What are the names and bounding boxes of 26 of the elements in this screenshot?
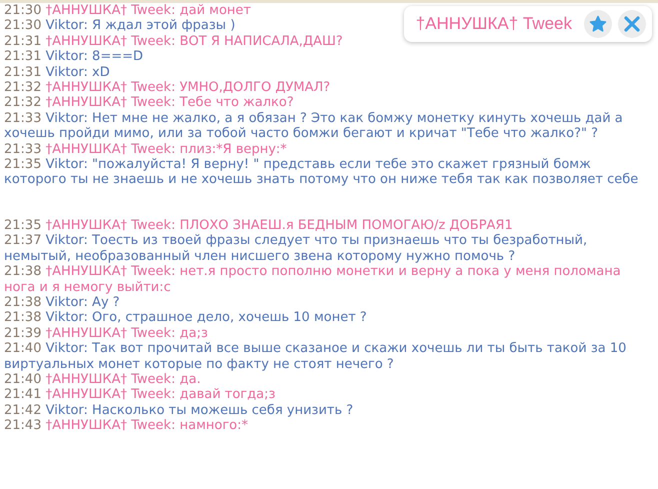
chat-message: 21:32 †АННУШКА† Tweek: УМНО,ДОЛГО ДУМАЛ? — [4, 80, 330, 96]
chat-message: 21:31 Viktor: 8===D — [4, 49, 144, 64]
chat-message: 21:40 Viktor: Так вот прочитай все выше сказаное и скажи хочешь ли ты быть такой за 10 виртуальных монет которые по факту не стоят нечего ? — [4, 341, 626, 372]
chat-message: 21:41 †АННУШКА† Tweek: давай тогда;з — [4, 387, 276, 402]
chat-message: 21:38 †АННУШКА† Tweek: нет.я просто пополню монетки и верну а пока у меня поломана нога и я немогу выйти:с — [4, 264, 621, 294]
chat-message: 21:40 †АННУШКА† Tweek: да. — [4, 372, 201, 387]
chat-message: 21:31 †АННУШКА† Tweek: ВОТ Я НАПИСАЛА,ДАШ? — [4, 34, 343, 49]
close-icon — [624, 16, 640, 32]
chat-message: 21:35 Viktor: "пожалуйста! Я верну! " представь если тебе это скажет грязный бомж которого ты не знаешь и не хочешь знать потому что он ниже тебя так как позволяет себе — [4, 157, 638, 188]
chat-message: 21:39 †АННУШКА† Tweek: да;з — [4, 326, 208, 341]
favorite-button[interactable] — [584, 10, 612, 38]
chat-message: 21:33 †АННУШКА† Tweek: плиз:*Я верну:* — [4, 142, 287, 157]
close-button[interactable] — [618, 10, 646, 38]
chat-message: 21:43 †АННУШКА† Tweek: намного:* — [4, 418, 248, 434]
chat-message: 21:30 Viktor: Я ждал этой фразы ) — [4, 18, 236, 34]
chat-message: 21:38 Viktor: Ау ? — [4, 294, 120, 310]
chat-message: 21:32 †АННУШКА† Tweek: Тебе что жалко? — [4, 95, 294, 110]
chat-message: 21:30 †АННУШКА† Tweek: дай монет — [4, 3, 251, 18]
chat-message: 21:42 Viktor: Насколько ты можешь себя унизить ? — [4, 402, 354, 418]
chat-message: 21:33 Viktor: Нет мне не жалко, а я обязан ? Это как бомжу монетку кинуть хочешь дай а хочешь пройди мимо, или за тобой часто бомжи бегают и кричат "Тебе что жалко?" ? — [4, 110, 623, 142]
chat-message: 21:37 Viktor: Тоесть из твоей фразы следует что ты признаешь что ты безработный, немытый, необразованный член нисшего звена которому нужно помочь ? — [4, 233, 588, 264]
chat-message: 21:38 Viktor: Ого, страшное дело, хочешь 10 монет ? — [4, 310, 367, 326]
star-icon — [589, 15, 607, 33]
chat-message: 21:35 †АННУШКА† Tweek: ПЛОХО ЗНАЕШ.я БЕДНЫМ ПОМОГАЮ/z ДОБРАЯ1 — [4, 218, 513, 233]
chat-message: 21:31 Viktor: xD — [4, 64, 110, 80]
contact-name: †АННУШКА† Tweek — [416, 14, 572, 34]
